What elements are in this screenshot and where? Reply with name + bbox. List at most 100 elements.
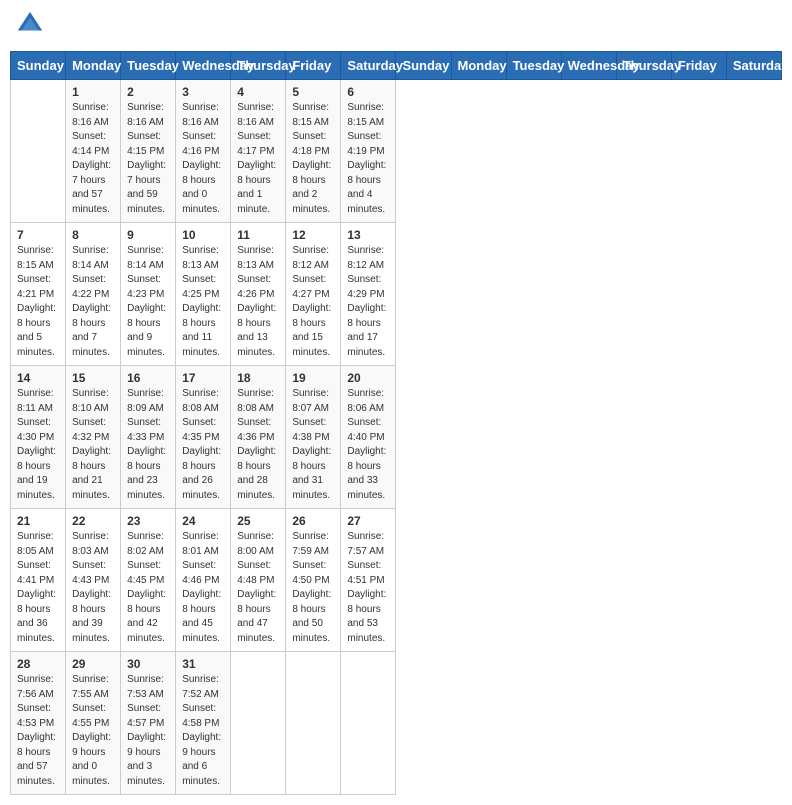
col-header-wednesday: Wednesday: [561, 52, 616, 80]
calendar-cell: 27Sunrise: 7:57 AMSunset: 4:51 PMDayligh…: [341, 509, 396, 652]
day-info: Sunrise: 7:59 AMSunset: 4:50 PMDaylight:…: [292, 530, 334, 646]
calendar-week-row: 1Sunrise: 8:16 AMSunset: 4:14 PMDaylight…: [11, 80, 782, 223]
day-number: 5: [292, 85, 334, 99]
day-info: Sunrise: 8:13 AMSunset: 4:25 PMDaylight:…: [182, 244, 224, 360]
calendar-cell: 10 Sunrise: 8:13 AMSunset: 4:25 PMDayligh…: [176, 223, 231, 366]
calendar-cell: 29 Sunrise: 7:55 AMSunset: 4:55 PMDayligh…: [66, 652, 121, 795]
calendar-cell: [286, 652, 341, 795]
day-info: Sunrise: 7:55 AMSunset: 4:55 PMDaylight:…: [72, 673, 114, 789]
day-number: 19: [292, 371, 334, 385]
day-number: 22: [72, 514, 114, 528]
day-number: 29: [72, 657, 114, 671]
calendar-cell: 1Sunrise: 8:16 AMSunset: 4:14 PMDaylight…: [66, 80, 121, 223]
day-number: 17: [182, 371, 224, 385]
day-info: Sunrise: 8:05 AMSunset: 4:41 PMDaylight:…: [17, 530, 59, 646]
day-number: 7: [17, 228, 59, 242]
logo-icon: [16, 10, 44, 38]
col-header-tuesday: Tuesday: [506, 52, 561, 80]
col-header-monday: Monday: [451, 52, 506, 80]
calendar-cell: 26Sunrise: 7:59 AMSunset: 4:50 PMDayligh…: [286, 509, 341, 652]
day-info: Sunrise: 8:15 AMSunset: 4:21 PMDaylight:…: [17, 244, 59, 360]
calendar-table: SundayMondayTuesdayWednesdayThursdayFrid…: [10, 51, 782, 795]
col-header-sunday: Sunday: [396, 52, 451, 80]
day-info: Sunrise: 8:14 AMSunset: 4:23 PMDaylight:…: [127, 244, 169, 360]
day-number: 16: [127, 371, 169, 385]
day-number: 30: [127, 657, 169, 671]
header-thursday: Thursday: [231, 52, 286, 80]
calendar-cell: 14Sunrise: 8:11 AMSunset: 4:30 PMDayligh…: [11, 366, 66, 509]
day-number: 9: [127, 228, 169, 242]
day-info: Sunrise: 8:13 AMSunset: 4:26 PMDaylight:…: [237, 244, 279, 360]
calendar-cell: 8 Sunrise: 8:14 AMSunset: 4:22 PMDaylight…: [66, 223, 121, 366]
day-number: 3: [182, 85, 224, 99]
calendar-cell: 23 Sunrise: 8:02 AMSunset: 4:45 PMDayligh…: [121, 509, 176, 652]
day-info: Sunrise: 8:07 AMSunset: 4:38 PMDaylight:…: [292, 387, 334, 503]
day-info: Sunrise: 8:08 AMSunset: 4:36 PMDaylight:…: [237, 387, 279, 503]
calendar-cell: 6 Sunrise: 8:15 AMSunset: 4:19 PMDaylight…: [341, 80, 396, 223]
day-number: 2: [127, 85, 169, 99]
calendar-cell: 19 Sunrise: 8:07 AMSunset: 4:38 PMDayligh…: [286, 366, 341, 509]
day-number: 15: [72, 371, 114, 385]
day-info: Sunrise: 8:10 AMSunset: 4:32 PMDaylight:…: [72, 387, 114, 503]
day-info: Sunrise: 8:12 AMSunset: 4:29 PMDaylight:…: [347, 244, 389, 360]
day-number: 12: [292, 228, 334, 242]
header-sunday: Sunday: [11, 52, 66, 80]
day-info: Sunrise: 8:16 AMSunset: 4:17 PMDaylight:…: [237, 101, 279, 217]
day-number: 23: [127, 514, 169, 528]
calendar-week-row: 28Sunrise: 7:56 AMSunset: 4:53 PMDayligh…: [11, 652, 782, 795]
day-info: Sunrise: 8:16 AMSunset: 4:16 PMDaylight:…: [182, 101, 224, 217]
day-info: Sunrise: 8:03 AMSunset: 4:43 PMDaylight:…: [72, 530, 114, 646]
day-info: Sunrise: 8:14 AMSunset: 4:22 PMDaylight:…: [72, 244, 114, 360]
calendar-cell: 15 Sunrise: 8:10 AMSunset: 4:32 PMDayligh…: [66, 366, 121, 509]
day-number: 8: [72, 228, 114, 242]
calendar-cell: 16 Sunrise: 8:09 AMSunset: 4:33 PMDayligh…: [121, 366, 176, 509]
calendar-cell: 20 Sunrise: 8:06 AMSunset: 4:40 PMDayligh…: [341, 366, 396, 509]
header-monday: Monday: [66, 52, 121, 80]
header-saturday: Saturday: [341, 52, 396, 80]
day-info: Sunrise: 8:06 AMSunset: 4:40 PMDaylight:…: [347, 387, 389, 503]
logo: [14, 10, 44, 43]
day-number: 6: [347, 85, 389, 99]
calendar-cell: 7 Sunrise: 8:15 AMSunset: 4:21 PMDaylight…: [11, 223, 66, 366]
calendar-week-row: 14Sunrise: 8:11 AMSunset: 4:30 PMDayligh…: [11, 366, 782, 509]
day-info: Sunrise: 8:12 AMSunset: 4:27 PMDaylight:…: [292, 244, 334, 360]
day-info: Sunrise: 8:02 AMSunset: 4:45 PMDaylight:…: [127, 530, 169, 646]
calendar-cell: 28Sunrise: 7:56 AMSunset: 4:53 PMDayligh…: [11, 652, 66, 795]
col-header-thursday: Thursday: [616, 52, 671, 80]
calendar-week-row: 7 Sunrise: 8:15 AMSunset: 4:21 PMDaylight…: [11, 223, 782, 366]
day-info: Sunrise: 8:08 AMSunset: 4:35 PMDaylight:…: [182, 387, 224, 503]
day-info: Sunrise: 8:15 AMSunset: 4:19 PMDaylight:…: [347, 101, 389, 217]
day-info: Sunrise: 7:52 AMSunset: 4:58 PMDaylight:…: [182, 673, 224, 789]
day-number: 11: [237, 228, 279, 242]
calendar-cell: 31 Sunrise: 7:52 AMSunset: 4:58 PMDayligh…: [176, 652, 231, 795]
header-friday: Friday: [286, 52, 341, 80]
day-info: Sunrise: 8:11 AMSunset: 4:30 PMDaylight:…: [17, 387, 59, 503]
day-number: 20: [347, 371, 389, 385]
header-wednesday: Wednesday: [176, 52, 231, 80]
calendar-cell: [11, 80, 66, 223]
calendar-cell: 5 Sunrise: 8:15 AMSunset: 4:18 PMDaylight…: [286, 80, 341, 223]
day-info: Sunrise: 8:01 AMSunset: 4:46 PMDaylight:…: [182, 530, 224, 646]
day-number: 31: [182, 657, 224, 671]
calendar-cell: [341, 652, 396, 795]
day-info: Sunrise: 8:16 AMSunset: 4:14 PMDaylight:…: [72, 101, 114, 217]
col-header-friday: Friday: [671, 52, 726, 80]
calendar-cell: 25Sunrise: 8:00 AMSunset: 4:48 PMDayligh…: [231, 509, 286, 652]
day-number: 10: [182, 228, 224, 242]
calendar-cell: 30Sunrise: 7:53 AMSunset: 4:57 PMDayligh…: [121, 652, 176, 795]
calendar-cell: 12 Sunrise: 8:12 AMSunset: 4:27 PMDayligh…: [286, 223, 341, 366]
day-number: 21: [17, 514, 59, 528]
day-info: Sunrise: 8:09 AMSunset: 4:33 PMDaylight:…: [127, 387, 169, 503]
calendar-cell: 18Sunrise: 8:08 AMSunset: 4:36 PMDayligh…: [231, 366, 286, 509]
day-number: 13: [347, 228, 389, 242]
day-number: 4: [237, 85, 279, 99]
day-number: 27: [347, 514, 389, 528]
calendar-cell: 24Sunrise: 8:01 AMSunset: 4:46 PMDayligh…: [176, 509, 231, 652]
calendar-cell: 11 Sunrise: 8:13 AMSunset: 4:26 PMDayligh…: [231, 223, 286, 366]
calendar-cell: 4 Sunrise: 8:16 AMSunset: 4:17 PMDaylight…: [231, 80, 286, 223]
col-header-saturday: Saturday: [726, 52, 781, 80]
calendar-cell: 3 Sunrise: 8:16 AMSunset: 4:16 PMDaylight…: [176, 80, 231, 223]
page-header: [10, 10, 782, 43]
calendar-week-row: 21 Sunrise: 8:05 AMSunset: 4:41 PMDayligh…: [11, 509, 782, 652]
day-info: Sunrise: 8:15 AMSunset: 4:18 PMDaylight:…: [292, 101, 334, 217]
